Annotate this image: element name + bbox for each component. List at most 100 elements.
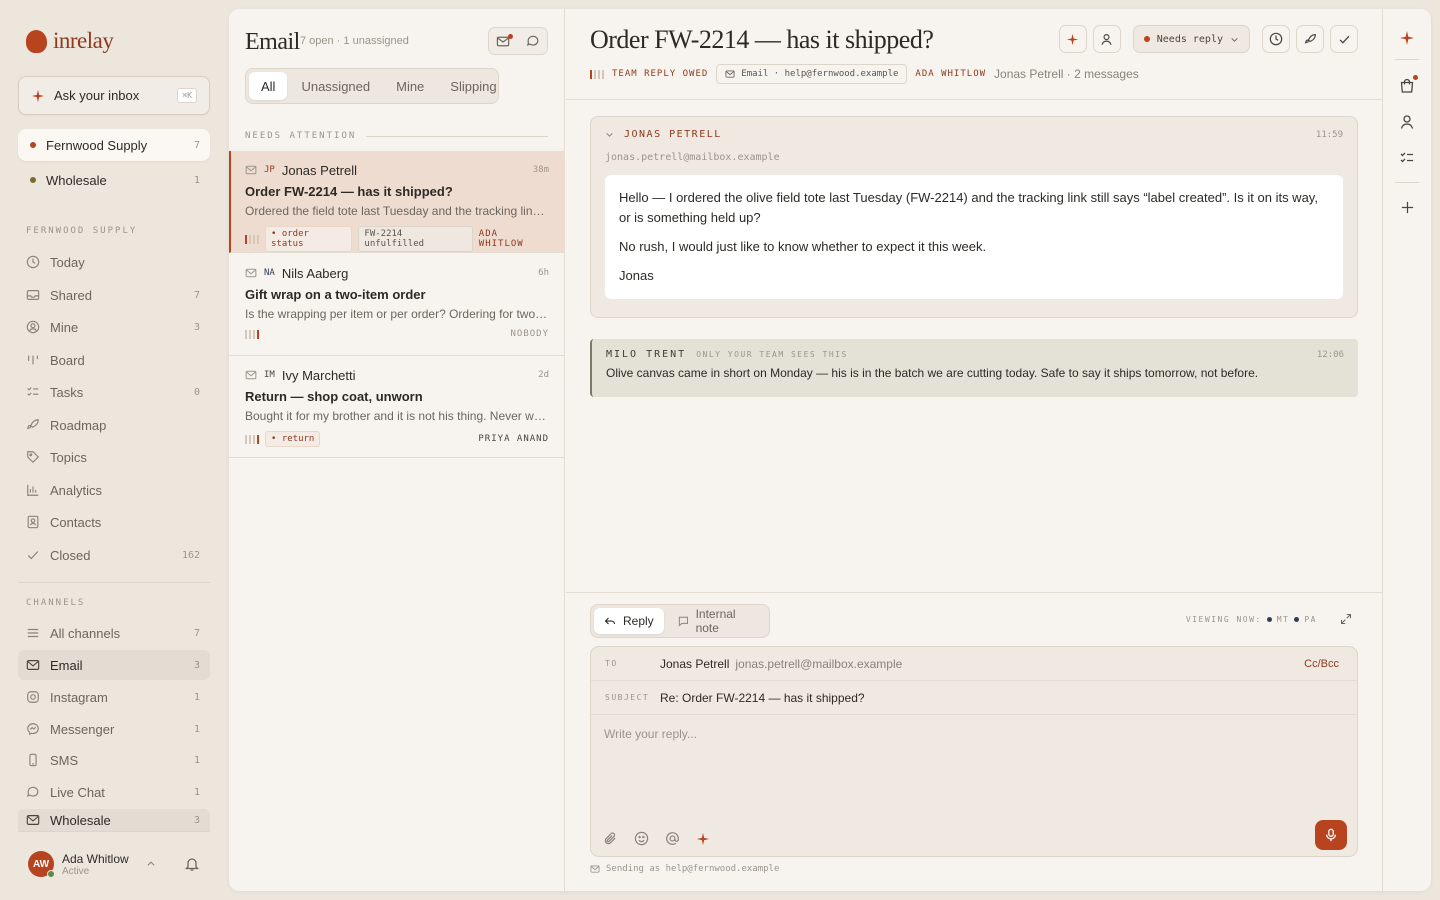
nav-item-tasks[interactable]: Tasks 0 [18,377,210,407]
user-icon [1101,33,1112,45]
tab-mine[interactable]: Mine [384,72,436,100]
user-circle-icon [26,320,40,334]
nav-item-board[interactable]: Board [18,345,210,375]
compose-email-icon[interactable] [496,33,514,49]
channel-item-email[interactable]: Email 3 [18,650,210,680]
chevron-up-icon[interactable] [146,859,156,869]
contact-initials: JP [264,165,275,175]
channel-item-all[interactable]: All channels 7 [18,618,210,648]
tag-chip[interactable]: • order status [265,226,353,252]
paperclip-icon[interactable] [603,831,618,846]
ai-assist-button[interactable] [1058,25,1087,53]
urgency-bars-icon [245,434,259,444]
phone-icon [26,753,40,767]
contact-meta: Jonas Petrell · 2 messages [994,67,1139,81]
workspace-count: 1 [193,174,200,186]
nav-item-count: 162 [181,549,200,561]
tab-internal-note[interactable]: Internal note [668,607,766,635]
chevron-down-icon[interactable] [605,130,614,139]
emoji-icon[interactable] [634,831,649,846]
nav-item-label: Today [50,254,85,270]
status-dropdown[interactable]: Needs reply [1132,25,1250,53]
voice-input-button[interactable] [1315,820,1347,850]
reply-input[interactable]: Write your reply... [591,715,1357,753]
channel-item-wholesale[interactable]: Wholesale 3 [18,809,210,831]
channel-item-count: 1 [193,786,200,798]
nav-item-topics[interactable]: Topics [18,442,210,472]
channel-item-sms[interactable]: SMS 1 [18,745,210,775]
nav-item-label: Board [50,352,85,368]
section-line [366,135,548,137]
tasks-panel-button[interactable] [1395,146,1419,170]
nav-item-count: 3 [193,321,200,333]
nav-item-analytics[interactable]: Analytics [18,475,210,505]
add-panel-button[interactable] [1395,195,1419,219]
channel-item-label: Wholesale [50,812,111,828]
workspace-wholesale[interactable]: Wholesale 1 [18,164,210,196]
message-paragraph: Hello — I ordered the olive field tote l… [619,190,1318,225]
workspace-fernwood-supply[interactable]: Fernwood Supply 7 [18,129,210,161]
section-heading-label: FERNWOOD SUPPLY [26,226,138,236]
tab-all[interactable]: All [249,72,288,100]
channel-badge[interactable]: Email · help@fernwood.example [716,64,908,84]
to-label: TO [605,659,618,668]
ai-panel-button[interactable] [1395,26,1419,50]
list-icon [26,626,40,640]
channel-item-live-chat[interactable]: Live Chat 1 [18,777,210,807]
nav-item-roadmap[interactable]: Roadmap [18,410,210,440]
ask-inbox-button[interactable]: Ask your inbox ⌘K [18,76,210,115]
tab-slipping[interactable]: Slipping [438,72,508,100]
user-info: Ada Whitlow Active [62,852,138,877]
nav-item-mine[interactable]: Mine 3 [18,312,210,342]
tag-chip[interactable]: FW-2214 unfulfilled [358,226,473,252]
nav-item-closed[interactable]: Closed 162 [18,540,210,570]
workspace-count: 7 [193,139,200,151]
workspace-dot [30,142,36,148]
nav-item-shared[interactable]: Shared 7 [18,280,210,310]
bell-icon[interactable] [184,856,200,872]
shopping-bag-icon [1400,78,1414,93]
conversation-time: 6h [538,268,549,278]
chat-bubble-icon[interactable] [526,34,540,48]
mention-icon[interactable] [665,831,680,846]
tab-internal-note-label: Internal note [695,607,736,635]
user-menu[interactable]: AW Ada Whitlow Active [18,840,210,888]
conversation-item[interactable]: JP Jonas Petrell 38m Order FW-2214 — has… [229,151,565,253]
urgency-bars-icon [590,69,604,79]
sparkle-icon [31,89,45,102]
channel-item-label: SMS [50,752,79,768]
tab-reply[interactable]: Reply [594,608,664,634]
snooze-button[interactable] [1262,25,1290,53]
channel-item-messenger[interactable]: Messenger 1 [18,714,210,744]
channel-item-count: 1 [193,691,200,703]
conversation-subject: Return — shop coat, unworn [245,389,423,404]
channel-item-label: Live Chat [50,784,105,800]
to-row[interactable]: TO Jonas Petrell jonas.petrell@mailbox.e… [591,647,1357,681]
orders-panel-button[interactable] [1395,74,1419,98]
channel-item-instagram[interactable]: Instagram 1 [18,682,210,712]
conversation-item[interactable]: IM Ivy Marchetti 2d Return — shop coat, … [229,356,565,458]
tag-chip[interactable]: • return [265,431,321,447]
conversation-detail: Order FW-2214 — has it shipped? Needs re… [566,9,1382,891]
conversation-preview: Bought it for my brother and it is not h… [245,409,549,423]
channel-item-count: 7 [193,627,200,639]
contact-panel-button[interactable] [1395,110,1419,134]
nav-item-today[interactable]: Today [18,247,210,277]
logo[interactable]: inrelay [26,28,114,54]
list-title: Email [245,29,300,55]
channel-item-label: Instagram [50,689,108,705]
tab-unassigned[interactable]: Unassigned [289,72,382,100]
sparkle-icon[interactable] [696,832,710,846]
expand-icon[interactable] [1340,613,1352,625]
conversation-item[interactable]: NA Nils Aaberg 6h Gift wrap on a two-ite… [229,254,565,356]
main-panel: Email 7 open · 1 unassigned All Unassign… [229,9,1431,891]
close-conversation-button[interactable] [1330,25,1358,53]
assign-button[interactable] [1092,25,1121,53]
cc-bcc-button[interactable]: Cc/Bcc [1304,658,1339,670]
tasks-icon [26,385,40,399]
contact-icon [26,515,40,529]
nav-item-contacts[interactable]: Contacts [18,507,210,537]
app-name: inrelay [53,28,114,53]
subject-row[interactable]: SUBJECT Re: Order FW-2214 — has it shipp… [591,681,1357,715]
escalate-button[interactable] [1296,25,1324,53]
